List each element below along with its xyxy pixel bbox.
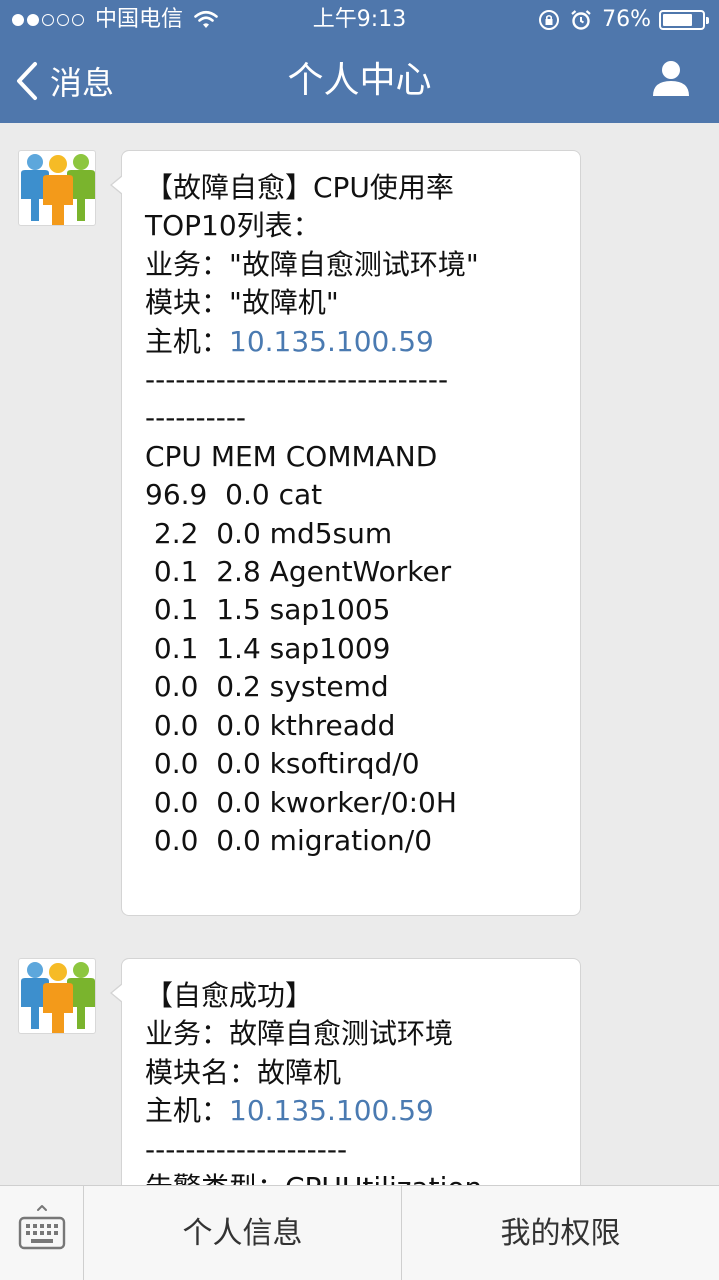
host-ip-link[interactable]: 10.135.100.59 [229, 325, 434, 358]
message-line: 96.9 0.0 cat [145, 478, 323, 512]
group-people-icon [21, 962, 95, 1033]
battery-icon [659, 10, 709, 30]
keyboard-icon [18, 1205, 66, 1250]
message-line: 模块："故障机" [145, 286, 339, 320]
message-line: 0.1 1.5 sap1005 [145, 593, 391, 627]
menu-personal-info[interactable]: 个人信息 [84, 1186, 402, 1280]
message-line: 0.0 0.0 kworker/0:0H [145, 785, 457, 819]
host-label: 主机： [145, 1094, 230, 1128]
navigation-bar: 消息 个人中心 [0, 40, 719, 123]
message-line: 【故障自愈】CPU使用率 [145, 171, 454, 204]
host-ip-link[interactable]: 10.135.100.59 [229, 1094, 434, 1127]
person-icon[interactable] [651, 58, 691, 98]
battery-fill [663, 14, 692, 26]
message-line: ------------------------------ [145, 363, 449, 397]
message-line: 业务：故障自愈测试环境 [145, 1017, 454, 1051]
message-list[interactable]: 【故障自愈】CPU使用率 TOP10列表： 业务："故障自愈测试环境" 模块："故障机… [0, 123, 719, 1185]
message-line: 2.2 0.0 md5sum [145, 516, 393, 550]
alarm-icon [571, 10, 591, 30]
message-line: 模块名：故障机 [145, 1055, 342, 1089]
message-line: 0.0 0.2 systemd [145, 670, 389, 704]
rotation-lock-icon [539, 10, 560, 30]
message-line: 0.0 0.0 ksoftirqd/0 [145, 747, 420, 781]
message-line: 0.0 0.0 kthreadd [145, 708, 396, 742]
group-people-icon [21, 154, 95, 225]
top-bar: 中国电信 上午9:13 76% 消息 个人中心 [0, 0, 719, 123]
message-line: 0.1 2.8 AgentWorker [145, 555, 452, 589]
status-bar: 中国电信 上午9:13 76% [0, 0, 719, 40]
bottom-menu: 个人信息 我的权限 [0, 1185, 719, 1280]
message-line: 主机：10.135.100.59 [145, 323, 558, 361]
message-bubble[interactable]: 【自愈成功】业务：故障自愈测试环境 模块名：故障机 主机：10.135.100.59… [110, 958, 581, 1185]
battery-percent: 76% [602, 7, 651, 32]
keyboard-toggle-button[interactable] [0, 1186, 84, 1280]
page-title: 个人中心 [287, 60, 432, 101]
message-line: -------------------- [145, 1132, 348, 1166]
message-bubble[interactable]: 【故障自愈】CPU使用率 TOP10列表： 业务："故障自愈测试环境" 模块："故障机… [110, 150, 581, 916]
status-right: 76% [538, 0, 709, 40]
message-line: 告警类型：CPUUtilization [145, 1169, 558, 1185]
message-line: 0.1 1.4 sap1009 [145, 631, 391, 665]
avatar [18, 958, 96, 1034]
message-line: 【自愈成功】 [145, 979, 314, 1012]
message-line: ---------- [145, 401, 247, 435]
avatar [18, 150, 96, 226]
message-line: CPU MEM COMMAND [145, 439, 438, 473]
menu-my-permissions[interactable]: 我的权限 [402, 1186, 719, 1280]
message-line: 0.0 0.0 migration/0 [145, 823, 433, 857]
message-line: 业务："故障自愈测试环境" [145, 247, 479, 281]
message-line: TOP10列表： [145, 209, 321, 243]
host-label: 主机： [145, 324, 230, 358]
message-line: 主机：10.135.100.59 [145, 1092, 558, 1130]
